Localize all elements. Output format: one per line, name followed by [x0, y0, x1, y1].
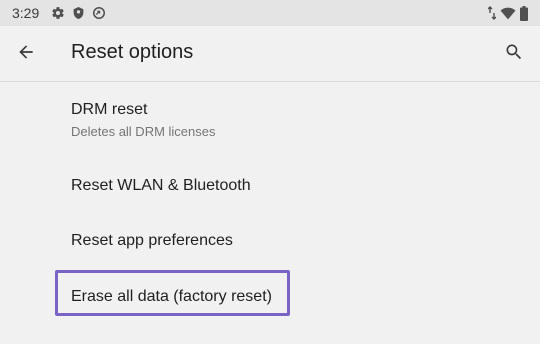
wifi-icon [500, 7, 516, 20]
app-bar: Reset options [0, 26, 540, 82]
list-item-title: Erase all data (factory reset) [71, 288, 272, 305]
list-item-reset-app-preferences[interactable]: Reset app preferences [0, 217, 540, 265]
search-button[interactable] [498, 38, 530, 70]
status-icons-right [488, 0, 528, 26]
list-item-factory-reset[interactable]: Erase all data (factory reset) [0, 271, 540, 319]
arrow-back-icon [16, 42, 36, 67]
data-arrows-icon [488, 6, 496, 20]
page-title: Reset options [71, 41, 194, 63]
status-bar: 3:29 [0, 0, 540, 26]
list-item-reset-wlan-bluetooth[interactable]: Reset WLAN & Bluetooth [0, 161, 540, 209]
list-item-title: Reset WLAN & Bluetooth [71, 177, 251, 194]
settings-icon [51, 6, 65, 20]
shield-icon [72, 6, 85, 20]
status-time: 3:29 [12, 5, 40, 21]
battery-icon [520, 5, 528, 21]
list-item-title: Reset app preferences [71, 232, 233, 249]
status-icons-left [51, 6, 106, 20]
search-icon [504, 42, 524, 67]
list-item-title: DRM reset [71, 101, 148, 118]
back-button[interactable] [10, 38, 42, 70]
data-saver-icon [92, 6, 106, 20]
list-item-drm-reset[interactable]: DRM reset Deletes all DRM licenses [0, 83, 540, 153]
list-item-summary: Deletes all DRM licenses [71, 124, 216, 139]
